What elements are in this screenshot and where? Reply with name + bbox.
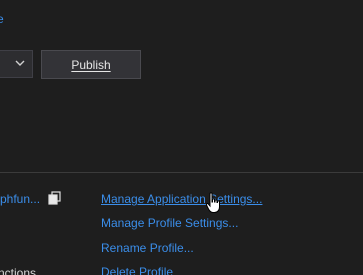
- section-divider: [0, 172, 363, 173]
- publish-button[interactable]: Publish: [41, 50, 141, 79]
- publish-profile-panel: e Publish phfun... Manage Application Se…: [0, 0, 363, 275]
- functions-label-fragment: nctions: [0, 266, 37, 275]
- rename-profile-link[interactable]: Rename Profile...: [101, 241, 194, 255]
- manage-profile-settings-link[interactable]: Manage Profile Settings...: [101, 216, 238, 230]
- copy-icon[interactable]: [48, 191, 62, 205]
- publish-button-label: Publish: [71, 58, 111, 72]
- hand-pointer-cursor-icon: [205, 192, 220, 213]
- manage-application-settings-link[interactable]: Manage Application Settings...: [101, 192, 262, 206]
- profile-name-link[interactable]: phfun...: [0, 192, 40, 206]
- delete-profile-link[interactable]: Delete Profile: [101, 265, 173, 275]
- top-link-fragment[interactable]: e: [0, 12, 4, 26]
- chevron-down-icon: [15, 60, 25, 66]
- profile-dropdown[interactable]: [0, 50, 33, 78]
